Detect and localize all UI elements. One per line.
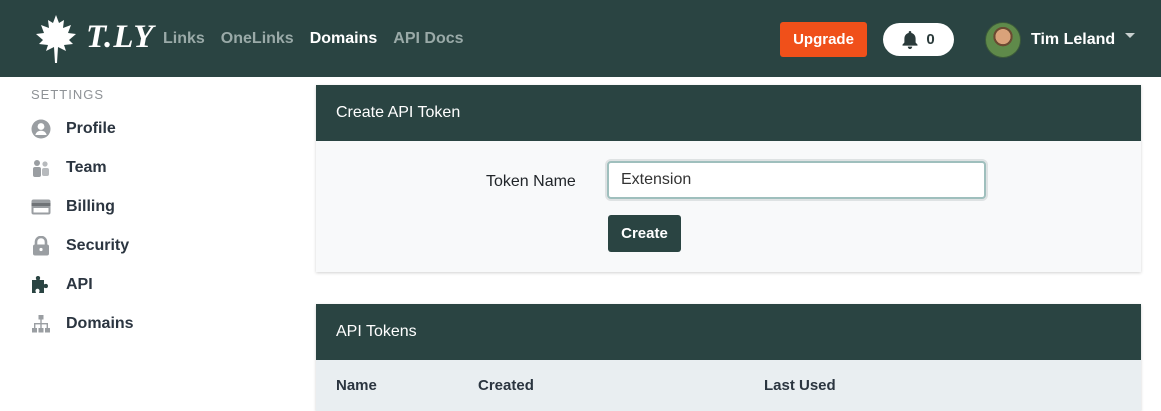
sidebar-item-api[interactable]: API <box>31 273 93 297</box>
main-nav: Links OneLinks Domains API Docs <box>163 30 464 48</box>
nav-link-domains[interactable]: Domains <box>310 30 378 48</box>
column-header-created[interactable]: Created <box>478 377 534 394</box>
users-icon <box>31 158 51 178</box>
top-navbar: T.LY Links OneLinks Domains API Docs Upg… <box>0 0 1161 77</box>
sidebar-item-profile[interactable]: Profile <box>31 117 116 141</box>
avatar <box>985 22 1021 58</box>
sitemap-icon <box>31 314 51 334</box>
user-name: Tim Leland <box>1031 31 1116 48</box>
user-circle-icon <box>31 119 51 139</box>
user-menu[interactable]: Tim Leland <box>985 22 1136 58</box>
sidebar-item-team[interactable]: Team <box>31 156 107 180</box>
caret-down-icon <box>1125 32 1136 38</box>
brand-logo[interactable]: T.LY <box>34 15 153 63</box>
nav-link-api-docs[interactable]: API Docs <box>393 30 463 48</box>
create-button[interactable]: Create <box>608 215 681 252</box>
sidebar-item-label: Security <box>66 237 130 254</box>
token-name-label: Token Name <box>486 173 576 190</box>
maple-leaf-icon <box>36 15 76 63</box>
create-token-title: Create API Token <box>316 85 1141 141</box>
column-header-name[interactable]: Name <box>336 377 377 394</box>
api-tokens-card: API Tokens Name Created Last Used <box>316 304 1141 411</box>
sidebar-item-label: Profile <box>66 120 116 137</box>
brand-name: T.LY <box>86 19 155 55</box>
sidebar-item-label: Domains <box>66 315 134 332</box>
bell-icon <box>902 30 918 49</box>
tokens-table-header: Name Created Last Used <box>316 360 1141 411</box>
lock-icon <box>31 236 51 256</box>
create-token-card: Create API Token Token Name Create <box>316 85 1141 272</box>
settings-heading: SETTINGS <box>31 87 105 102</box>
sidebar-item-billing[interactable]: Billing <box>31 195 115 219</box>
sidebar-item-label: Billing <box>66 198 115 215</box>
sidebar-item-domains[interactable]: Domains <box>31 312 134 336</box>
sidebar-item-label: API <box>66 276 93 293</box>
column-header-last-used[interactable]: Last Used <box>764 377 836 394</box>
sidebar-item-label: Team <box>66 159 107 176</box>
sidebar-item-security[interactable]: Security <box>31 234 129 258</box>
settings-sidebar: SETTINGS Profile Team Billing Security A… <box>0 77 300 411</box>
token-name-input[interactable] <box>607 161 986 199</box>
nav-link-onelinks[interactable]: OneLinks <box>221 30 294 48</box>
credit-card-icon <box>31 197 51 217</box>
api-tokens-title: API Tokens <box>316 304 1141 360</box>
puzzle-icon <box>31 275 51 295</box>
nav-link-links[interactable]: Links <box>163 30 205 48</box>
notification-count: 0 <box>926 31 935 48</box>
notifications-button[interactable]: 0 <box>883 23 954 56</box>
upgrade-button[interactable]: Upgrade <box>780 22 867 57</box>
